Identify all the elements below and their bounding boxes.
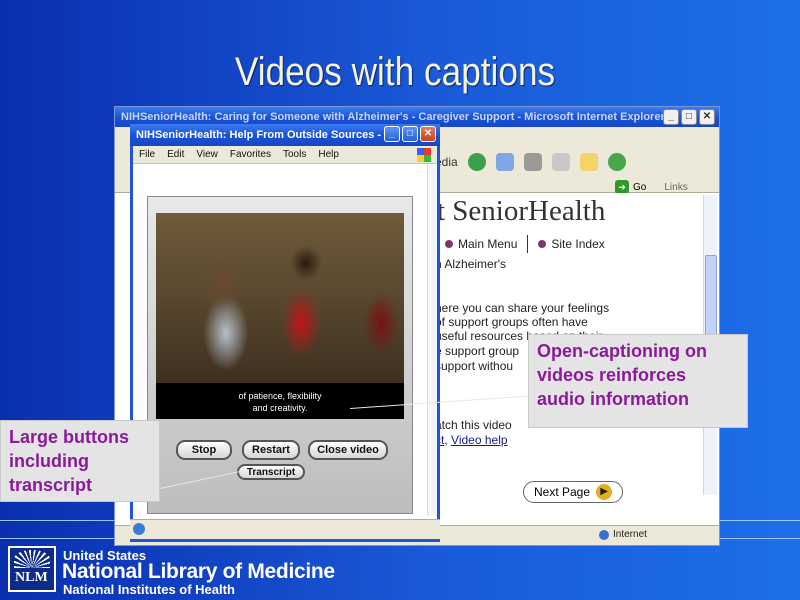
callout-line: transcript bbox=[9, 475, 93, 495]
menu-view[interactable]: View bbox=[196, 149, 218, 160]
restart-button[interactable]: Restart bbox=[242, 440, 300, 460]
status-zone-label: Internet bbox=[613, 529, 647, 540]
status-bar-popup bbox=[130, 519, 440, 539]
footer: NLM United States National Library of Me… bbox=[0, 540, 800, 600]
nlm-logo-text: NLM bbox=[15, 570, 48, 585]
popup-menubar: File Edit View Favorites Tools Help bbox=[133, 146, 437, 164]
callout-open-captioning: Open-captioning on videos reinforces aud… bbox=[528, 334, 748, 428]
callout-line: videos reinforces bbox=[537, 365, 687, 385]
windows-flag-icon bbox=[417, 148, 431, 162]
caption-line: of patience, flexibility bbox=[238, 391, 322, 401]
stop-button[interactable]: Stop bbox=[176, 440, 232, 460]
globe-icon bbox=[599, 529, 609, 540]
transcript-button[interactable]: Transcript bbox=[237, 464, 305, 480]
ie-icon bbox=[133, 523, 145, 535]
help-links: ct, Video help bbox=[435, 433, 508, 447]
body-line: n Alzheimer's bbox=[435, 257, 506, 271]
caption-line: and creativity. bbox=[252, 403, 308, 413]
messenger-icon[interactable] bbox=[607, 153, 626, 171]
callout-line: including bbox=[9, 451, 89, 471]
body-line: e support group bbox=[435, 344, 520, 358]
slide-title: Videos with captions bbox=[234, 50, 556, 94]
callout-line: Large buttons bbox=[9, 427, 129, 447]
next-page-button[interactable]: Next Page ▶ bbox=[523, 481, 624, 503]
menu-favorites[interactable]: Favorites bbox=[230, 149, 271, 160]
browser-title-back: NIHSeniorHealth: Caring for Someone with… bbox=[121, 111, 665, 123]
minimize-icon[interactable]: _ bbox=[663, 109, 679, 125]
menu-site-index[interactable]: Site Index bbox=[528, 235, 614, 253]
video-screen[interactable]: of patience, flexibility and creativity. bbox=[156, 213, 404, 419]
go-arrow-icon[interactable]: ➜ bbox=[615, 180, 629, 194]
nlm-fan-icon bbox=[14, 550, 50, 568]
bullet-icon bbox=[445, 240, 453, 248]
close-icon[interactable]: ✕ bbox=[420, 126, 436, 142]
watch-video-link[interactable]: atch this video bbox=[435, 418, 512, 432]
links-button[interactable]: Links bbox=[664, 182, 687, 193]
site-brand: t SeniorHealth bbox=[437, 195, 606, 227]
menu-edit[interactable]: Edit bbox=[167, 149, 184, 160]
link-separator: , bbox=[444, 433, 448, 447]
print-icon[interactable] bbox=[523, 153, 542, 171]
callout-line: Open-captioning on bbox=[537, 341, 707, 361]
close-video-button[interactable]: Close video bbox=[308, 440, 388, 460]
popup-titlebar[interactable]: NIHSeniorHealth: Help From Outside Sourc… bbox=[130, 124, 440, 146]
popup-title: NIHSeniorHealth: Help From Outside Sourc… bbox=[136, 129, 394, 141]
site-menu-bar: Main Menu Site Index bbox=[435, 235, 615, 253]
menu-file[interactable]: File bbox=[139, 149, 155, 160]
menu-tools[interactable]: Tools bbox=[283, 149, 306, 160]
callout-large-buttons: Large buttons including transcript bbox=[0, 420, 160, 502]
scrollbar-popup[interactable] bbox=[427, 164, 437, 516]
video-help-link[interactable]: Video help bbox=[451, 433, 508, 447]
menu-main-menu[interactable]: Main Menu bbox=[435, 235, 529, 253]
body-line: of support groups often have bbox=[435, 315, 588, 329]
popup-window[interactable]: NIHSeniorHealth: Help From Outside Sourc… bbox=[130, 124, 440, 542]
next-arrow-icon: ▶ bbox=[596, 484, 613, 500]
body-line: support withou bbox=[435, 359, 514, 373]
close-icon[interactable]: ✕ bbox=[699, 109, 715, 125]
bullet-icon bbox=[538, 240, 547, 248]
maximize-icon[interactable]: □ bbox=[402, 126, 418, 142]
discuss-icon[interactable] bbox=[579, 153, 598, 171]
next-page-label: Next Page bbox=[534, 485, 591, 499]
footer-org-name: National Library of Medicine bbox=[62, 560, 335, 583]
edit-icon[interactable] bbox=[551, 153, 570, 171]
callout-line: audio information bbox=[537, 389, 689, 409]
history-icon[interactable] bbox=[467, 153, 486, 171]
menu-site-index-label: Site Index bbox=[551, 237, 605, 251]
minimize-icon[interactable]: _ bbox=[384, 126, 400, 142]
menu-main-menu-label: Main Menu bbox=[458, 237, 518, 251]
footer-parent-org: National Institutes of Health bbox=[63, 582, 235, 597]
mail-icon[interactable] bbox=[495, 153, 514, 171]
go-button[interactable]: Go bbox=[633, 182, 646, 193]
video-frame-image bbox=[156, 213, 404, 383]
body-line: here you can share your feelings bbox=[435, 301, 610, 315]
menu-help[interactable]: Help bbox=[318, 149, 339, 160]
nlm-logo: NLM bbox=[8, 546, 56, 592]
video-player: of patience, flexibility and creativity.… bbox=[147, 196, 413, 514]
maximize-icon[interactable]: □ bbox=[681, 109, 697, 125]
